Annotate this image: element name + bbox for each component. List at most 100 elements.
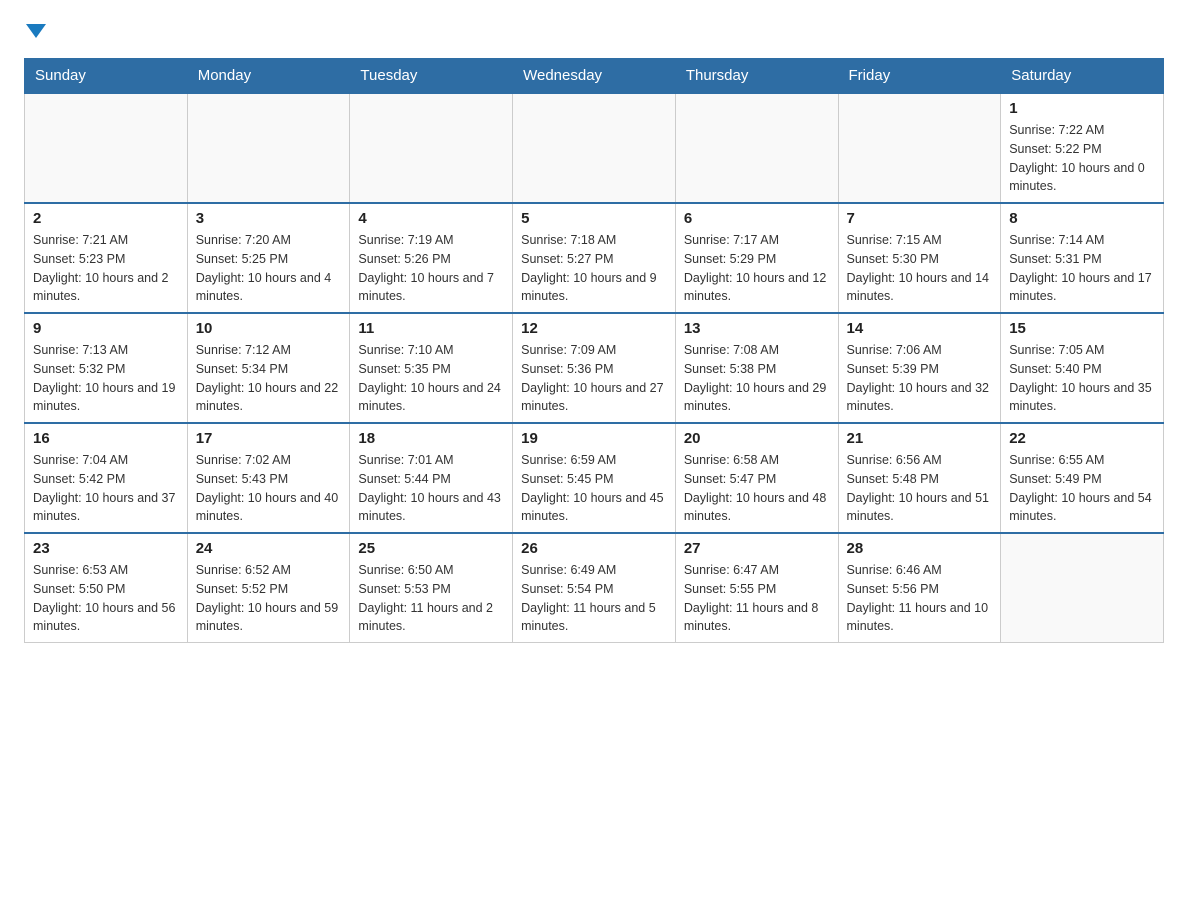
- day-number: 21: [847, 430, 993, 447]
- day-info: Sunrise: 7:21 AMSunset: 5:23 PMDaylight:…: [33, 231, 179, 306]
- calendar-cell: [187, 93, 350, 203]
- day-number: 27: [684, 540, 830, 557]
- day-info: Sunrise: 7:17 AMSunset: 5:29 PMDaylight:…: [684, 231, 830, 306]
- day-number: 24: [196, 540, 342, 557]
- calendar-cell: 25 Sunrise: 6:50 AMSunset: 5:53 PMDayligh…: [350, 533, 513, 643]
- day-info: Sunrise: 7:20 AMSunset: 5:25 PMDaylight:…: [196, 231, 342, 306]
- day-number: 20: [684, 430, 830, 447]
- day-number: 19: [521, 430, 667, 447]
- day-info: Sunrise: 6:59 AMSunset: 5:45 PMDaylight:…: [521, 451, 667, 526]
- day-info: Sunrise: 6:58 AMSunset: 5:47 PMDaylight:…: [684, 451, 830, 526]
- week-row-4: 16 Sunrise: 7:04 AMSunset: 5:42 PMDayligh…: [25, 423, 1164, 533]
- day-number: 17: [196, 430, 342, 447]
- calendar-cell: [25, 93, 188, 203]
- day-info: Sunrise: 6:53 AMSunset: 5:50 PMDaylight:…: [33, 561, 179, 636]
- day-number: 9: [33, 320, 179, 337]
- calendar-cell: 1 Sunrise: 7:22 AMSunset: 5:22 PMDaylight…: [1001, 93, 1164, 203]
- day-info: Sunrise: 7:05 AMSunset: 5:40 PMDaylight:…: [1009, 341, 1155, 416]
- calendar-cell: 14 Sunrise: 7:06 AMSunset: 5:39 PMDayligh…: [838, 313, 1001, 423]
- calendar-cell: 12 Sunrise: 7:09 AMSunset: 5:36 PMDayligh…: [513, 313, 676, 423]
- day-number: 16: [33, 430, 179, 447]
- day-info: Sunrise: 6:50 AMSunset: 5:53 PMDaylight:…: [358, 561, 504, 636]
- calendar-header-tuesday: Tuesday: [350, 59, 513, 94]
- day-number: 1: [1009, 100, 1155, 117]
- calendar-table: SundayMondayTuesdayWednesdayThursdayFrid…: [24, 58, 1164, 643]
- day-info: Sunrise: 6:52 AMSunset: 5:52 PMDaylight:…: [196, 561, 342, 636]
- calendar-cell: 27Sunrise: 6:47 AMSunset: 5:55 PMDayligh…: [675, 533, 838, 643]
- calendar-cell: 20 Sunrise: 6:58 AMSunset: 5:47 PMDayligh…: [675, 423, 838, 533]
- day-info: Sunrise: 7:22 AMSunset: 5:22 PMDaylight:…: [1009, 121, 1155, 196]
- calendar-cell: 6 Sunrise: 7:17 AMSunset: 5:29 PMDaylight…: [675, 203, 838, 313]
- page-header: [24, 24, 1164, 38]
- calendar-cell: 24 Sunrise: 6:52 AMSunset: 5:52 PMDayligh…: [187, 533, 350, 643]
- calendar-cell: [513, 93, 676, 203]
- calendar-header-friday: Friday: [838, 59, 1001, 94]
- calendar-cell: 4 Sunrise: 7:19 AMSunset: 5:26 PMDaylight…: [350, 203, 513, 313]
- day-number: 6: [684, 210, 830, 227]
- week-row-3: 9 Sunrise: 7:13 AMSunset: 5:32 PMDaylight…: [25, 313, 1164, 423]
- week-row-5: 23 Sunrise: 6:53 AMSunset: 5:50 PMDayligh…: [25, 533, 1164, 643]
- calendar-cell: 3 Sunrise: 7:20 AMSunset: 5:25 PMDaylight…: [187, 203, 350, 313]
- day-number: 12: [521, 320, 667, 337]
- calendar-cell: 7Sunrise: 7:15 AMSunset: 5:30 PMDaylight…: [838, 203, 1001, 313]
- day-info: Sunrise: 7:14 AMSunset: 5:31 PMDaylight:…: [1009, 231, 1155, 306]
- calendar-cell: 10Sunrise: 7:12 AMSunset: 5:34 PMDayligh…: [187, 313, 350, 423]
- logo: [24, 24, 46, 38]
- calendar-cell: 23 Sunrise: 6:53 AMSunset: 5:50 PMDayligh…: [25, 533, 188, 643]
- calendar-header-wednesday: Wednesday: [513, 59, 676, 94]
- calendar-cell: 15 Sunrise: 7:05 AMSunset: 5:40 PMDayligh…: [1001, 313, 1164, 423]
- day-number: 23: [33, 540, 179, 557]
- day-info: Sunrise: 6:49 AMSunset: 5:54 PMDaylight:…: [521, 561, 667, 636]
- calendar-header-saturday: Saturday: [1001, 59, 1164, 94]
- calendar-cell: 26 Sunrise: 6:49 AMSunset: 5:54 PMDayligh…: [513, 533, 676, 643]
- day-info: Sunrise: 7:02 AMSunset: 5:43 PMDaylight:…: [196, 451, 342, 526]
- calendar-cell: [1001, 533, 1164, 643]
- day-number: 28: [847, 540, 993, 557]
- day-number: 25: [358, 540, 504, 557]
- calendar-cell: 21 Sunrise: 6:56 AMSunset: 5:48 PMDayligh…: [838, 423, 1001, 533]
- day-number: 5: [521, 210, 667, 227]
- calendar-cell: [838, 93, 1001, 203]
- day-number: 4: [358, 210, 504, 227]
- calendar-cell: 19 Sunrise: 6:59 AMSunset: 5:45 PMDayligh…: [513, 423, 676, 533]
- calendar-header-thursday: Thursday: [675, 59, 838, 94]
- day-info: Sunrise: 7:01 AMSunset: 5:44 PMDaylight:…: [358, 451, 504, 526]
- calendar-cell: 5 Sunrise: 7:18 AMSunset: 5:27 PMDaylight…: [513, 203, 676, 313]
- day-info: Sunrise: 7:15 AMSunset: 5:30 PMDaylight:…: [847, 231, 993, 306]
- calendar-cell: 8 Sunrise: 7:14 AMSunset: 5:31 PMDaylight…: [1001, 203, 1164, 313]
- day-info: Sunrise: 6:56 AMSunset: 5:48 PMDaylight:…: [847, 451, 993, 526]
- calendar-cell: 13 Sunrise: 7:08 AMSunset: 5:38 PMDayligh…: [675, 313, 838, 423]
- day-info: Sunrise: 7:09 AMSunset: 5:36 PMDaylight:…: [521, 341, 667, 416]
- day-info: Sunrise: 7:08 AMSunset: 5:38 PMDaylight:…: [684, 341, 830, 416]
- day-number: 10: [196, 320, 342, 337]
- calendar-cell: 28 Sunrise: 6:46 AMSunset: 5:56 PMDayligh…: [838, 533, 1001, 643]
- calendar-cell: 16 Sunrise: 7:04 AMSunset: 5:42 PMDayligh…: [25, 423, 188, 533]
- calendar-cell: [675, 93, 838, 203]
- calendar-header-row: SundayMondayTuesdayWednesdayThursdayFrid…: [25, 59, 1164, 94]
- day-info: Sunrise: 7:18 AMSunset: 5:27 PMDaylight:…: [521, 231, 667, 306]
- week-row-1: 1 Sunrise: 7:22 AMSunset: 5:22 PMDaylight…: [25, 93, 1164, 203]
- day-number: 3: [196, 210, 342, 227]
- logo-triangle-icon: [26, 24, 46, 38]
- day-number: 14: [847, 320, 993, 337]
- day-info: Sunrise: 7:13 AMSunset: 5:32 PMDaylight:…: [33, 341, 179, 416]
- calendar-cell: 17 Sunrise: 7:02 AMSunset: 5:43 PMDayligh…: [187, 423, 350, 533]
- day-info: Sunrise: 6:46 AMSunset: 5:56 PMDaylight:…: [847, 561, 993, 636]
- day-number: 8: [1009, 210, 1155, 227]
- calendar-header-sunday: Sunday: [25, 59, 188, 94]
- calendar-cell: 2 Sunrise: 7:21 AMSunset: 5:23 PMDaylight…: [25, 203, 188, 313]
- day-number: 18: [358, 430, 504, 447]
- day-number: 22: [1009, 430, 1155, 447]
- day-number: 2: [33, 210, 179, 227]
- day-info: Sunrise: 7:19 AMSunset: 5:26 PMDaylight:…: [358, 231, 504, 306]
- day-info: Sunrise: 7:06 AMSunset: 5:39 PMDaylight:…: [847, 341, 993, 416]
- calendar-cell: 18 Sunrise: 7:01 AMSunset: 5:44 PMDayligh…: [350, 423, 513, 533]
- calendar-cell: [350, 93, 513, 203]
- day-info: Sunrise: 7:10 AMSunset: 5:35 PMDaylight:…: [358, 341, 504, 416]
- week-row-2: 2 Sunrise: 7:21 AMSunset: 5:23 PMDaylight…: [25, 203, 1164, 313]
- calendar-cell: 22Sunrise: 6:55 AMSunset: 5:49 PMDayligh…: [1001, 423, 1164, 533]
- day-number: 15: [1009, 320, 1155, 337]
- day-number: 26: [521, 540, 667, 557]
- day-number: 13: [684, 320, 830, 337]
- day-info: Sunrise: 7:04 AMSunset: 5:42 PMDaylight:…: [33, 451, 179, 526]
